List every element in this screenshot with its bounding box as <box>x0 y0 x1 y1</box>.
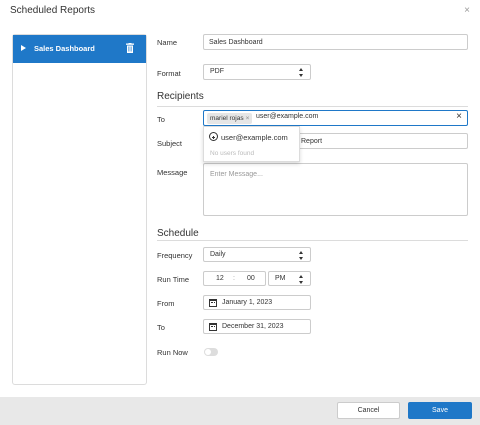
name-input[interactable]: Sales Dashboard <box>203 34 468 50</box>
report-item-sales-dashboard[interactable]: Sales Dashboard <box>13 35 146 63</box>
cancel-button[interactable]: Cancel <box>337 402 400 419</box>
to-date-value: December 31, 2023 <box>222 323 284 330</box>
from-label: From <box>157 299 175 308</box>
trash-icon[interactable] <box>126 43 134 53</box>
recipient-suggestions: user@example.com No users found <box>203 126 300 162</box>
hour-value[interactable]: 12 <box>216 275 224 282</box>
frequency-label: Frequency <box>157 251 193 260</box>
schedule-heading: Schedule <box>157 228 199 239</box>
to-date-label: To <box>157 323 165 332</box>
format-label: Format <box>157 69 181 78</box>
caret-right-icon <box>21 45 26 51</box>
report-item-label: Sales Dashboard <box>34 44 95 53</box>
calendar-icon <box>209 323 217 331</box>
run-now-label: Run Now <box>157 348 188 357</box>
dialog-header: Scheduled Reports × <box>0 0 480 24</box>
from-date-value: January 1, 2023 <box>222 299 273 306</box>
recipient-chip-label: mariel rojas <box>210 115 244 122</box>
frequency-value: Daily <box>210 251 226 258</box>
recipient-chip: mariel rojas × <box>207 113 253 124</box>
select-arrows-icon <box>299 68 304 77</box>
to-label: To <box>157 115 165 124</box>
dialog-title: Scheduled Reports <box>10 5 96 16</box>
suggestion-label: user@example.com <box>221 133 288 142</box>
select-arrows-icon <box>299 275 304 284</box>
divider <box>157 106 468 107</box>
toggle-knob <box>205 349 211 355</box>
name-label: Name <box>157 38 178 47</box>
dialog-footer: Cancel Save <box>0 397 480 425</box>
select-arrows-icon <box>299 251 304 260</box>
time-separator: : <box>233 275 235 282</box>
close-icon[interactable]: × <box>464 5 470 16</box>
message-textarea[interactable]: Enter Message... <box>203 163 468 216</box>
clear-icon[interactable]: × <box>456 111 462 122</box>
no-users-text: No users found <box>210 150 255 157</box>
calendar-icon <box>209 299 217 307</box>
report-list: Sales Dashboard <box>12 34 147 385</box>
suggestion-item[interactable]: user@example.com <box>209 132 288 142</box>
minute-value[interactable]: 00 <box>247 275 255 282</box>
ampm-select[interactable]: PM <box>268 271 311 286</box>
format-value: PDF <box>210 68 224 75</box>
recipients-input[interactable]: mariel rojas × user@example.com × <box>203 110 468 126</box>
frequency-select[interactable]: Daily <box>203 247 311 262</box>
add-circle-icon <box>209 132 218 141</box>
time-input[interactable]: 12 : 00 <box>203 271 266 286</box>
divider <box>157 240 468 241</box>
subject-label: Subject <box>157 139 183 148</box>
recipients-typed-text: user@example.com <box>256 113 319 120</box>
run-now-toggle[interactable] <box>204 348 218 356</box>
run-time-label: Run Time <box>157 275 190 284</box>
message-placeholder: Enter Message... <box>210 171 263 178</box>
recipients-heading: Recipients <box>157 91 204 102</box>
format-select[interactable]: PDF <box>203 64 311 80</box>
to-date-input[interactable]: December 31, 2023 <box>203 319 311 334</box>
from-date-input[interactable]: January 1, 2023 <box>203 295 311 310</box>
message-label: Message <box>157 168 188 177</box>
chip-remove-icon[interactable]: × <box>246 115 250 122</box>
ampm-value: PM <box>275 275 286 282</box>
save-button[interactable]: Save <box>408 402 472 419</box>
